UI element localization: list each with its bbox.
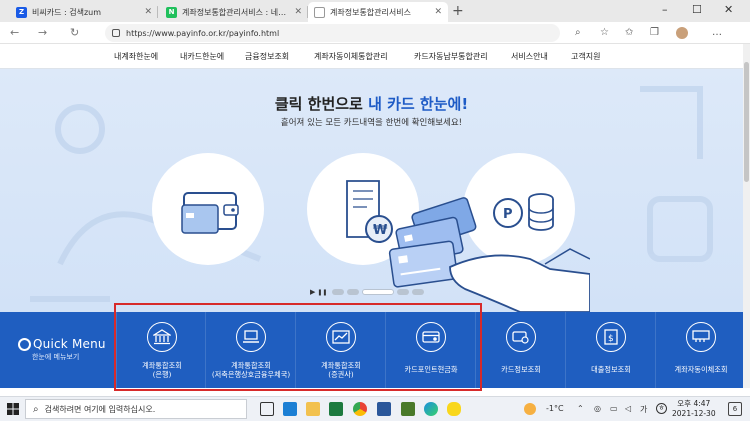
favorite-star-icon[interactable]: ☆ xyxy=(600,27,609,38)
ime-mode-icon[interactable]: ㅎ xyxy=(656,403,667,414)
highlight-annotation-box xyxy=(114,303,482,391)
store-icon[interactable] xyxy=(283,402,297,416)
svg-text:$: $ xyxy=(608,334,614,344)
close-window-button[interactable]: ✕ xyxy=(724,3,733,16)
page-scrollbar[interactable] xyxy=(743,44,750,388)
pause-button[interactable]: ❚❚ xyxy=(317,289,327,296)
more-menu-icon[interactable]: … xyxy=(712,27,722,38)
slide-indicator[interactable] xyxy=(332,289,345,295)
menu-item-service-guide[interactable]: 서비스안내 xyxy=(511,51,548,62)
tab-title: 계좌정보통합관리서비스 xyxy=(330,7,411,17)
taskbar-clock[interactable]: 오후 4:47 2021-12-30 xyxy=(672,399,716,419)
quick-menu-label: Quick Menu xyxy=(33,337,106,351)
menu-item-my-accounts[interactable]: 내계좌한눈에 xyxy=(114,51,158,62)
clock-time: 오후 4:47 xyxy=(677,399,711,408)
wallet-illustration xyxy=(152,153,264,265)
slide-indicator[interactable] xyxy=(412,289,425,295)
menu-item-customer-support[interactable]: 고객지원 xyxy=(571,51,600,62)
transfer-icon xyxy=(686,322,716,352)
quick-item-label: 카드정보조회 xyxy=(501,365,541,374)
hero-headline: 클릭 한번으로 내 카드 한눈에! xyxy=(0,93,743,114)
site-navigation: 내계좌한눈에 내카드한눈에 금융정보조회 계좌자동이체통합관리 카드자동납부통합… xyxy=(0,44,750,69)
headline-highlight: 내 카드 한눈에! xyxy=(368,95,469,113)
quick-item-card-info[interactable]: 카드정보조회 xyxy=(476,312,566,388)
address-bar-row: ← → ↻ https://www.payinfo.or.kr/payinfo.… xyxy=(0,22,750,44)
quick-item-label: 대출정보조회 xyxy=(591,365,631,374)
slide-controls: ▶ ❚❚ xyxy=(310,288,427,296)
word-icon[interactable] xyxy=(377,402,391,416)
scrollbar-thumb[interactable] xyxy=(744,62,749,182)
screen: { "browser": { "tabs": [ {"title": "비씨카드… xyxy=(0,0,750,421)
minimize-button[interactable]: – xyxy=(662,3,668,16)
hero-subtext: 흩어져 있는 모든 카드내역을 한번에 확인해보세요! xyxy=(280,118,463,128)
tab-naver-search[interactable]: N 계좌정보통합관리서비스 : 네이버 ✕ xyxy=(160,2,308,22)
windows-taskbar: ⌕ 검색하려면 여기에 입력하십시오. -1°C ⌃ ◎ ▭ ◁ 가 ㅎ 오후 … xyxy=(0,396,750,421)
kakaotalk-icon[interactable] xyxy=(447,402,461,416)
collections-icon[interactable]: ❐ xyxy=(650,27,659,38)
tab-title: 비씨카드 : 검색zum xyxy=(32,7,102,17)
lock-icon xyxy=(112,29,120,37)
tab-title: 계좌정보통합관리서비스 : 네이버 xyxy=(182,7,291,17)
headline-prefix: 클릭 한번으로 xyxy=(274,95,369,113)
document-money-icon: $ xyxy=(596,322,626,352)
chrome-icon[interactable] xyxy=(353,402,367,416)
temperature-text[interactable]: -1°C xyxy=(546,404,564,413)
zum-favicon-icon: Z xyxy=(16,6,27,18)
menu-item-account-autotransfer[interactable]: 계좌자동이체통합관리 xyxy=(314,51,388,62)
hero-banner: 클릭 한번으로 내 카드 한눈에! 흩어져 있는 모든 카드내역을 한번에 확인… xyxy=(0,69,743,312)
edge-icon[interactable] xyxy=(424,402,438,416)
notification-center-icon[interactable]: 6 xyxy=(728,402,742,416)
forward-arrow-icon[interactable]: → xyxy=(38,26,47,39)
search-icon: ⌕ xyxy=(33,403,39,415)
quick-menu-title: Quick Menu 한눈에 메뉴보기 xyxy=(18,337,106,362)
back-arrow-icon[interactable]: ← xyxy=(10,26,19,39)
play-button[interactable]: ▶ xyxy=(310,288,315,296)
refresh-icon[interactable]: ↻ xyxy=(70,26,79,39)
quick-item-autotransfer[interactable]: 계좌자동이체조회 xyxy=(656,312,746,388)
taskbar-search-input[interactable]: ⌕ 검색하려면 여기에 입력하십시오. xyxy=(25,399,247,419)
new-tab-button[interactable]: + xyxy=(452,3,464,19)
windows-start-icon[interactable] xyxy=(7,403,19,415)
slide-indicator-active[interactable] xyxy=(362,289,395,295)
slide-indicator[interactable] xyxy=(347,289,360,295)
volume-icon[interactable]: ◁ xyxy=(625,404,631,413)
menu-item-financial-info[interactable]: 금융정보조회 xyxy=(245,51,289,62)
profile-avatar[interactable] xyxy=(676,27,688,39)
tab-zum-search[interactable]: Z 비씨카드 : 검색zum ✕ xyxy=(10,2,158,22)
naver-favicon-icon: N xyxy=(166,6,177,18)
card-search-icon xyxy=(506,322,536,352)
quick-item-loan-info[interactable]: $ 대출정보조회 xyxy=(566,312,656,388)
tray-overflow-icon[interactable]: ⌃ xyxy=(577,404,584,413)
slide-indicator[interactable] xyxy=(397,289,410,295)
task-view-icon[interactable] xyxy=(260,402,274,416)
url-field[interactable]: https://www.payinfo.or.kr/payinfo.html xyxy=(105,24,560,42)
ime-mode-indicator[interactable]: 가 xyxy=(640,404,647,415)
close-tab-icon[interactable]: ✕ xyxy=(434,7,442,17)
menu-item-card-autopay[interactable]: 카드자동납부통합관리 xyxy=(414,51,488,62)
url-text: https://www.payinfo.or.kr/payinfo.html xyxy=(126,28,280,38)
quick-menu-subtitle: 한눈에 메뉴보기 xyxy=(32,353,80,361)
weather-icon[interactable] xyxy=(524,403,536,415)
favorites-bar-icon[interactable]: ✩ xyxy=(625,27,633,38)
close-tab-icon[interactable]: ✕ xyxy=(144,7,152,17)
menu-item-my-cards[interactable]: 내카드한눈에 xyxy=(180,51,224,62)
file-explorer-icon[interactable] xyxy=(306,402,320,416)
page-icon xyxy=(314,6,325,18)
close-tab-icon[interactable]: ✕ xyxy=(294,7,302,17)
zoom-icon[interactable]: ⌕ xyxy=(575,27,581,38)
search-placeholder: 검색하려면 여기에 입력하십시오. xyxy=(44,404,156,414)
quick-item-label: 계좌자동이체조회 xyxy=(674,365,728,374)
clock-date: 2021-12-30 xyxy=(672,409,716,418)
network-icon[interactable]: ▭ xyxy=(610,404,618,413)
quick-q-icon xyxy=(18,337,31,351)
browser-tab-bar: Z 비씨카드 : 검색zum ✕ N 계좌정보통합관리서비스 : 네이버 ✕ 계… xyxy=(0,0,750,22)
photos-icon[interactable] xyxy=(401,402,415,416)
tray-app-icon[interactable]: ◎ xyxy=(594,404,601,413)
maximize-button[interactable]: ☐ xyxy=(692,3,702,16)
excel-icon[interactable] xyxy=(329,402,343,416)
tab-payinfo[interactable]: 계좌정보통합관리서비스 ✕ xyxy=(308,2,448,22)
